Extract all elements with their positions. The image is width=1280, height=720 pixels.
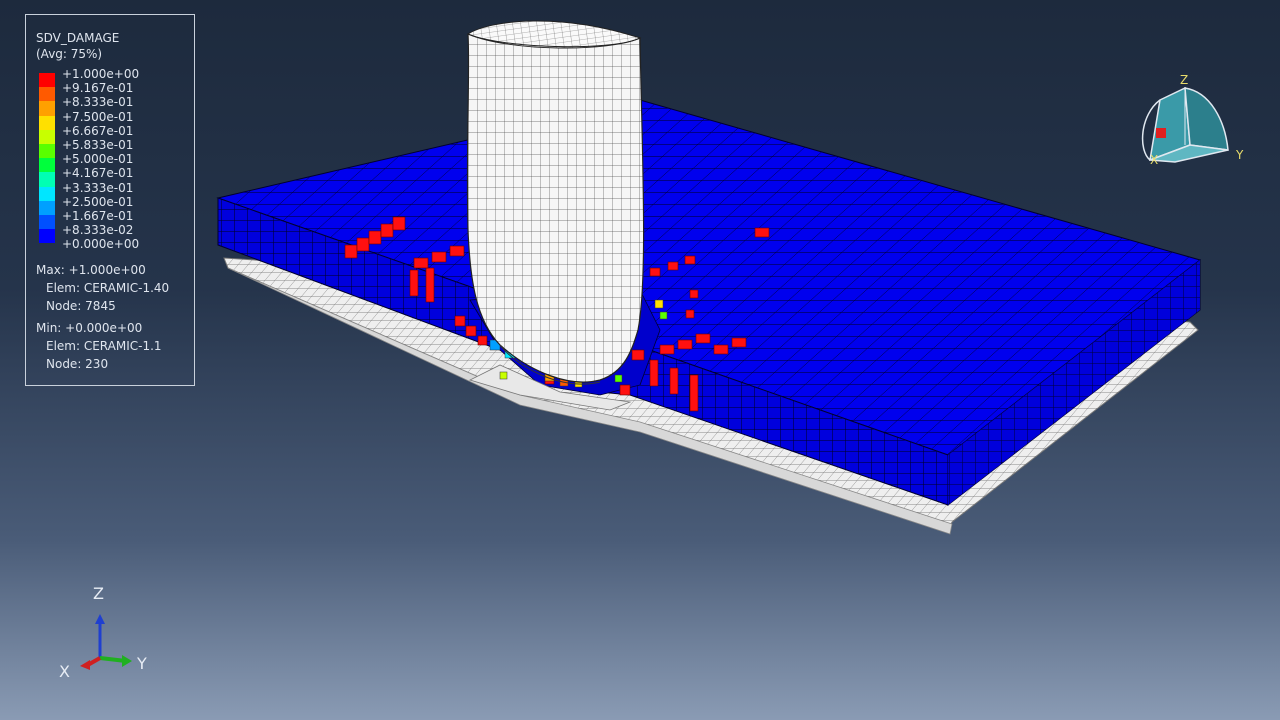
legend-tick: +2.500e-01 bbox=[62, 194, 134, 209]
legend-averaging: (Avg: 75%) bbox=[36, 47, 103, 61]
legend-color-swatch bbox=[39, 200, 55, 215]
legend-max-node: Node: 7845 bbox=[46, 299, 116, 313]
view-cube[interactable] bbox=[1141, 86, 1229, 163]
triad-x-label: X bbox=[59, 662, 70, 681]
legend-color-swatch bbox=[39, 186, 55, 201]
legend-tick: +4.167e-01 bbox=[62, 166, 134, 181]
legend-tick: +1.667e-01 bbox=[62, 208, 134, 223]
legend-color-swatch bbox=[39, 101, 55, 116]
legend-max-value: Max: +1.000e+00 bbox=[36, 263, 146, 277]
legend-variable: SDV_DAMAGE bbox=[36, 31, 120, 45]
projectile bbox=[466, 20, 645, 385]
legend-color-swatch bbox=[39, 158, 55, 173]
legend-min-value: Min: +0.000e+00 bbox=[36, 321, 143, 335]
legend-color-swatch bbox=[39, 229, 55, 244]
legend-color-swatch bbox=[39, 115, 55, 130]
legend-color-swatch bbox=[39, 143, 55, 159]
legend-tick: +3.333e-01 bbox=[62, 180, 134, 195]
legend-ticks: +1.000e+00 +9.167e-01 +8.333e-01 +7.500e… bbox=[62, 67, 139, 251]
view-cube-z-label: Z bbox=[1180, 73, 1189, 87]
legend-tick: +7.500e-01 bbox=[62, 109, 134, 124]
legend-color-swatch bbox=[39, 129, 55, 144]
legend-tick: +0.000e+00 bbox=[62, 237, 140, 252]
axis-triad bbox=[80, 614, 132, 670]
contour-legend[interactable]: SDV_DAMAGE (Avg: 75%) +1.000e+00 +9.167e… bbox=[25, 14, 195, 386]
legend-tick: +5.833e-01 bbox=[62, 137, 134, 152]
triad-z-label: Z bbox=[93, 584, 104, 603]
triad-y-label: Y bbox=[137, 654, 147, 673]
legend-tick: +8.333e-01 bbox=[62, 95, 134, 110]
legend-color-swatch bbox=[39, 87, 55, 102]
legend-tick: +6.667e-01 bbox=[62, 123, 134, 138]
view-cube-x-label: X bbox=[1150, 153, 1159, 167]
legend-color-swatch bbox=[39, 73, 55, 88]
view-cube-y-label: Y bbox=[1236, 148, 1244, 162]
legend-color-bar bbox=[39, 73, 55, 244]
legend-color-swatch bbox=[39, 214, 55, 230]
legend-min-node: Node: 230 bbox=[46, 357, 109, 371]
legend-color-swatch bbox=[39, 172, 55, 187]
legend-min-elem: Elem: CERAMIC-1.1 bbox=[46, 339, 162, 353]
legend-tick: +9.167e-01 bbox=[62, 81, 134, 96]
legend-tick: +5.000e-01 bbox=[62, 152, 134, 167]
legend-tick: +8.333e-02 bbox=[62, 223, 134, 238]
legend-max-elem: Elem: CERAMIC-1.40 bbox=[46, 281, 170, 295]
legend-tick: +1.000e+00 bbox=[62, 67, 140, 81]
